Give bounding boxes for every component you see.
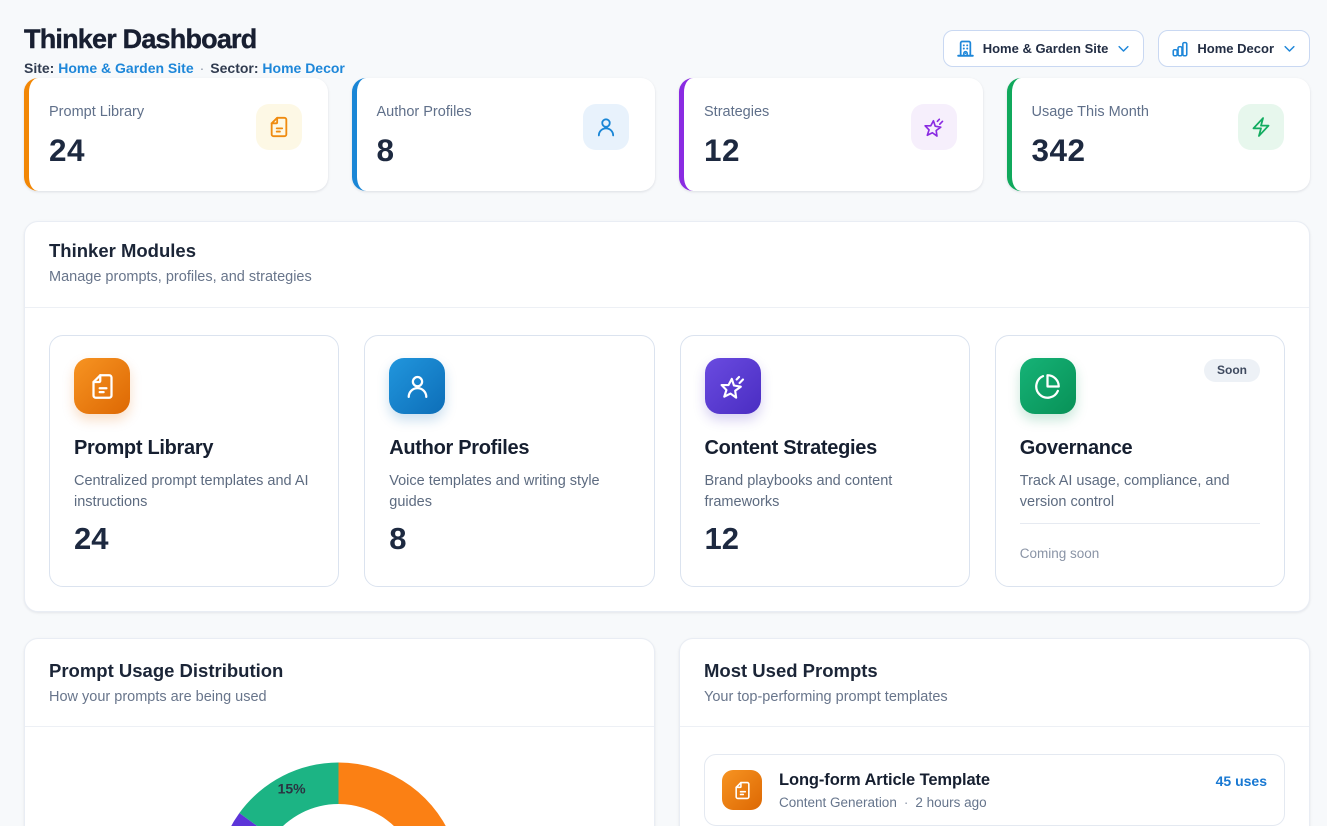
svg-text:15%: 15%	[278, 781, 307, 797]
